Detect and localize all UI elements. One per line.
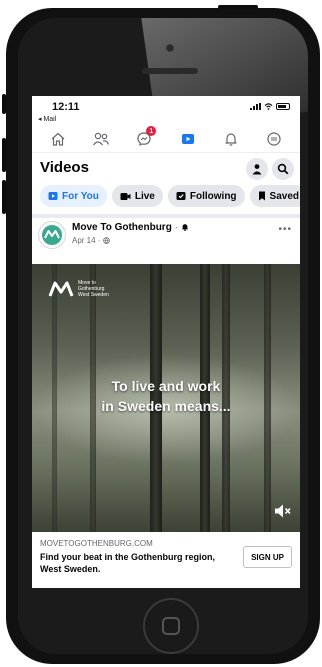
move-to-gothenburg-logo-icon [42,225,62,245]
notification-bell-icon[interactable] [181,223,189,231]
silent-switch [2,94,6,114]
brand-mark-icon [48,281,74,297]
ad-headline[interactable]: Find your beat in the Gothenburg region,… [40,551,230,575]
earpiece-speaker [142,68,198,74]
caption-line-2: in Sweden means... [101,398,231,414]
following-icon [176,192,186,200]
video-logo-text: Move to Gothenburg West Sweden [78,280,109,298]
person-icon [252,164,262,175]
notifications-bell-icon[interactable] [220,128,242,150]
globe-icon [102,237,110,244]
speaker-muted-icon [275,504,291,518]
sign-up-button[interactable]: SIGN UP [243,546,292,568]
back-to-mail-link[interactable]: ◂ Mail [38,115,56,123]
volume-down-button [2,180,6,214]
home-button-square [162,617,180,635]
system-indicators [250,103,290,110]
video-logo: Move to Gothenburg West Sweden [48,280,112,298]
page-avatar[interactable] [38,221,66,249]
wifi-icon [264,103,273,110]
chip-following[interactable]: Following [167,185,245,207]
post-meta: Apr 14 · [72,236,110,245]
search-button[interactable] [272,158,294,180]
home-button[interactable] [143,598,199,654]
search-icon [277,163,289,175]
caption-line-1: To live and work [111,378,221,394]
top-nav-bar: 1 [32,126,300,152]
status-bar: 12:11 ◂ Mail [32,96,300,126]
page-name[interactable]: Move To Gothenburg · [72,222,189,233]
ad-footer: MOVETOGOTHENBURG.COM Find your beat in t… [32,532,300,588]
chip-label: Saved [269,190,299,202]
power-button [218,5,258,9]
chip-label: Live [134,190,155,202]
front-camera [166,44,174,52]
play-icon [48,192,58,200]
status-time: 12:11 [52,101,80,113]
mute-button[interactable] [274,503,292,524]
live-icon [120,192,131,200]
bookmark-icon [258,191,265,201]
ad-domain: MOVETOGOTHENBURG.COM [40,539,153,548]
chip-saved[interactable]: Saved [249,185,300,207]
chip-live[interactable]: Live [111,185,163,207]
watch-icon[interactable] [177,128,199,150]
chip-label: For You [62,190,99,202]
post-date: Apr 14 [72,236,96,245]
more-options-button[interactable]: ••• [278,224,292,235]
profile-button[interactable] [246,158,268,180]
post-header: Move To Gothenburg · Apr 14 · ••• [32,214,300,250]
video-filter-chips: For You Live Following Saved [32,182,300,214]
messenger-badge: 1 [146,126,157,136]
volume-up-button [2,138,6,172]
home-icon[interactable] [47,128,69,150]
video-player[interactable]: Move to Gothenburg West Sweden To live a… [32,264,300,532]
videos-header: Videos [32,152,300,182]
friends-icon[interactable] [90,128,112,150]
signal-icon [250,103,261,110]
battery-icon [276,103,290,110]
separator-dot: · [174,222,178,233]
chip-for-you[interactable]: For You [40,185,107,207]
video-caption: To live and work in Sweden means... [32,376,300,416]
menu-profile-icon[interactable] [263,128,285,150]
page-title: Videos [40,159,89,176]
page-name-text: Move To Gothenburg [72,222,172,233]
messenger-icon[interactable]: 1 [133,126,157,150]
chip-label: Following [189,190,237,202]
app-screen: 12:11 ◂ Mail 1 Videos For You Live Follo… [32,96,300,588]
